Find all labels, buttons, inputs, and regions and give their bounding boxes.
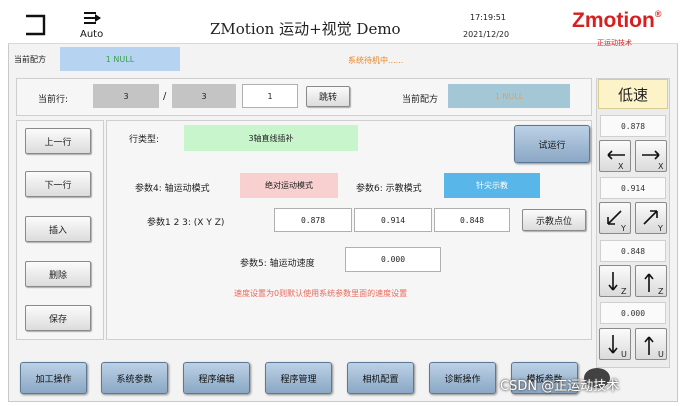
exit-icon[interactable]: [24, 14, 46, 36]
recipe-value: 1 NULL: [448, 84, 570, 108]
x-plus-axis-label: X: [658, 162, 664, 171]
brand-subtitle: 正运动技术: [597, 39, 632, 47]
row-type-value[interactable]: 3轴直线插补: [184, 125, 358, 151]
u-plus-axis-label: U: [658, 350, 664, 359]
nav-program-manage-button[interactable]: 程序管理: [265, 362, 332, 394]
nav-system-params-button[interactable]: 系统参数: [101, 362, 168, 394]
clock-date: 2021/12/20: [463, 30, 510, 39]
current-recipe-value: 1 NULL: [60, 47, 180, 71]
nav-diagnostics-button[interactable]: 诊断操作: [429, 362, 496, 394]
save-button[interactable]: 保存: [25, 305, 91, 331]
param4-value[interactable]: 绝对运动模式: [240, 173, 338, 198]
row-separator: /: [163, 91, 167, 102]
z-position-readout: 0.848: [600, 240, 666, 262]
auto-label: Auto: [80, 29, 104, 40]
left-arrow-icon: [607, 150, 625, 160]
status-text: 系统待机中......: [348, 56, 404, 65]
row-type-label: 行类型:: [129, 135, 160, 145]
recipe-label: 当前配方: [402, 95, 439, 105]
speed-mode-toggle[interactable]: 低速: [598, 79, 668, 109]
u-minus-button[interactable]: U: [599, 328, 631, 360]
u-position-readout: 0.000: [600, 302, 666, 324]
z-minus-axis-label: Z: [621, 287, 627, 296]
brand-logo: Zmotion®: [572, 9, 661, 33]
jump-button[interactable]: 跳转: [306, 86, 350, 107]
nav-program-edit-button[interactable]: 程序编辑: [183, 362, 250, 394]
current-recipe-label: 当前配方: [14, 55, 46, 64]
clock-time: 17:19:51: [470, 13, 506, 22]
current-row-field: 3: [93, 84, 159, 108]
y-minus-axis-label: Y: [621, 224, 626, 233]
delete-button[interactable]: 删除: [25, 261, 91, 287]
param6-label: 参数6: 示教模式: [356, 184, 422, 194]
jump-row-input[interactable]: 1: [242, 84, 298, 108]
x-plus-button[interactable]: X: [635, 140, 667, 172]
u-minus-axis-label: U: [621, 350, 627, 359]
x-minus-button[interactable]: X: [599, 140, 631, 172]
nav-process-button[interactable]: 加工操作: [20, 362, 87, 394]
auto-mode-icon[interactable]: Auto: [76, 11, 106, 41]
x-position-readout: 0.878: [600, 115, 666, 137]
prev-row-button[interactable]: 上一行: [25, 128, 91, 154]
y-plus-axis-label: Y: [658, 224, 663, 233]
app-title: ZMotion 运动+视觉 Demo: [210, 20, 401, 38]
z-value-input[interactable]: 0.848: [434, 208, 510, 232]
total-rows-field: 3: [172, 84, 236, 108]
insert-button[interactable]: 插入: [25, 216, 91, 242]
down-arrow-icon: [608, 335, 618, 354]
param6-value[interactable]: 针尖示教: [444, 173, 540, 198]
z-plus-button[interactable]: Z: [635, 265, 667, 297]
nav-camera-config-button[interactable]: 相机配置: [347, 362, 414, 394]
down-arrow-icon: [608, 272, 618, 291]
z-minus-button[interactable]: Z: [599, 265, 631, 297]
speed-hint: 速度设置为0则默认使用系统参数里面的速度设置: [234, 289, 408, 298]
current-row-label: 当前行:: [38, 95, 69, 105]
teach-point-button[interactable]: 示教点位: [522, 209, 586, 231]
y-plus-button[interactable]: Y: [635, 202, 667, 234]
y-minus-button[interactable]: Y: [599, 202, 631, 234]
brand-name: Zmotion: [572, 9, 655, 32]
brand-mark: ®: [654, 9, 662, 19]
up-right-arrow-icon: [643, 210, 658, 225]
x-value-input[interactable]: 0.878: [274, 208, 352, 232]
param5-label: 参数5: 轴运动速度: [240, 259, 315, 269]
test-run-button[interactable]: 试运行: [514, 125, 590, 163]
watermark-text: CSDN @正运动技术: [500, 379, 620, 394]
y-value-input[interactable]: 0.914: [354, 208, 432, 232]
z-plus-axis-label: Z: [658, 287, 664, 296]
params-xyz-label: 参数1 2 3: (X Y Z): [147, 218, 225, 228]
down-left-arrow-icon: [607, 210, 622, 225]
y-position-readout: 0.914: [600, 177, 666, 199]
x-minus-axis-label: X: [618, 162, 624, 171]
param4-label: 参数4: 轴运动模式: [135, 184, 210, 194]
u-plus-button[interactable]: U: [635, 328, 667, 360]
speed-value-input[interactable]: 0.000: [345, 247, 441, 272]
next-row-button[interactable]: 下一行: [25, 171, 91, 197]
